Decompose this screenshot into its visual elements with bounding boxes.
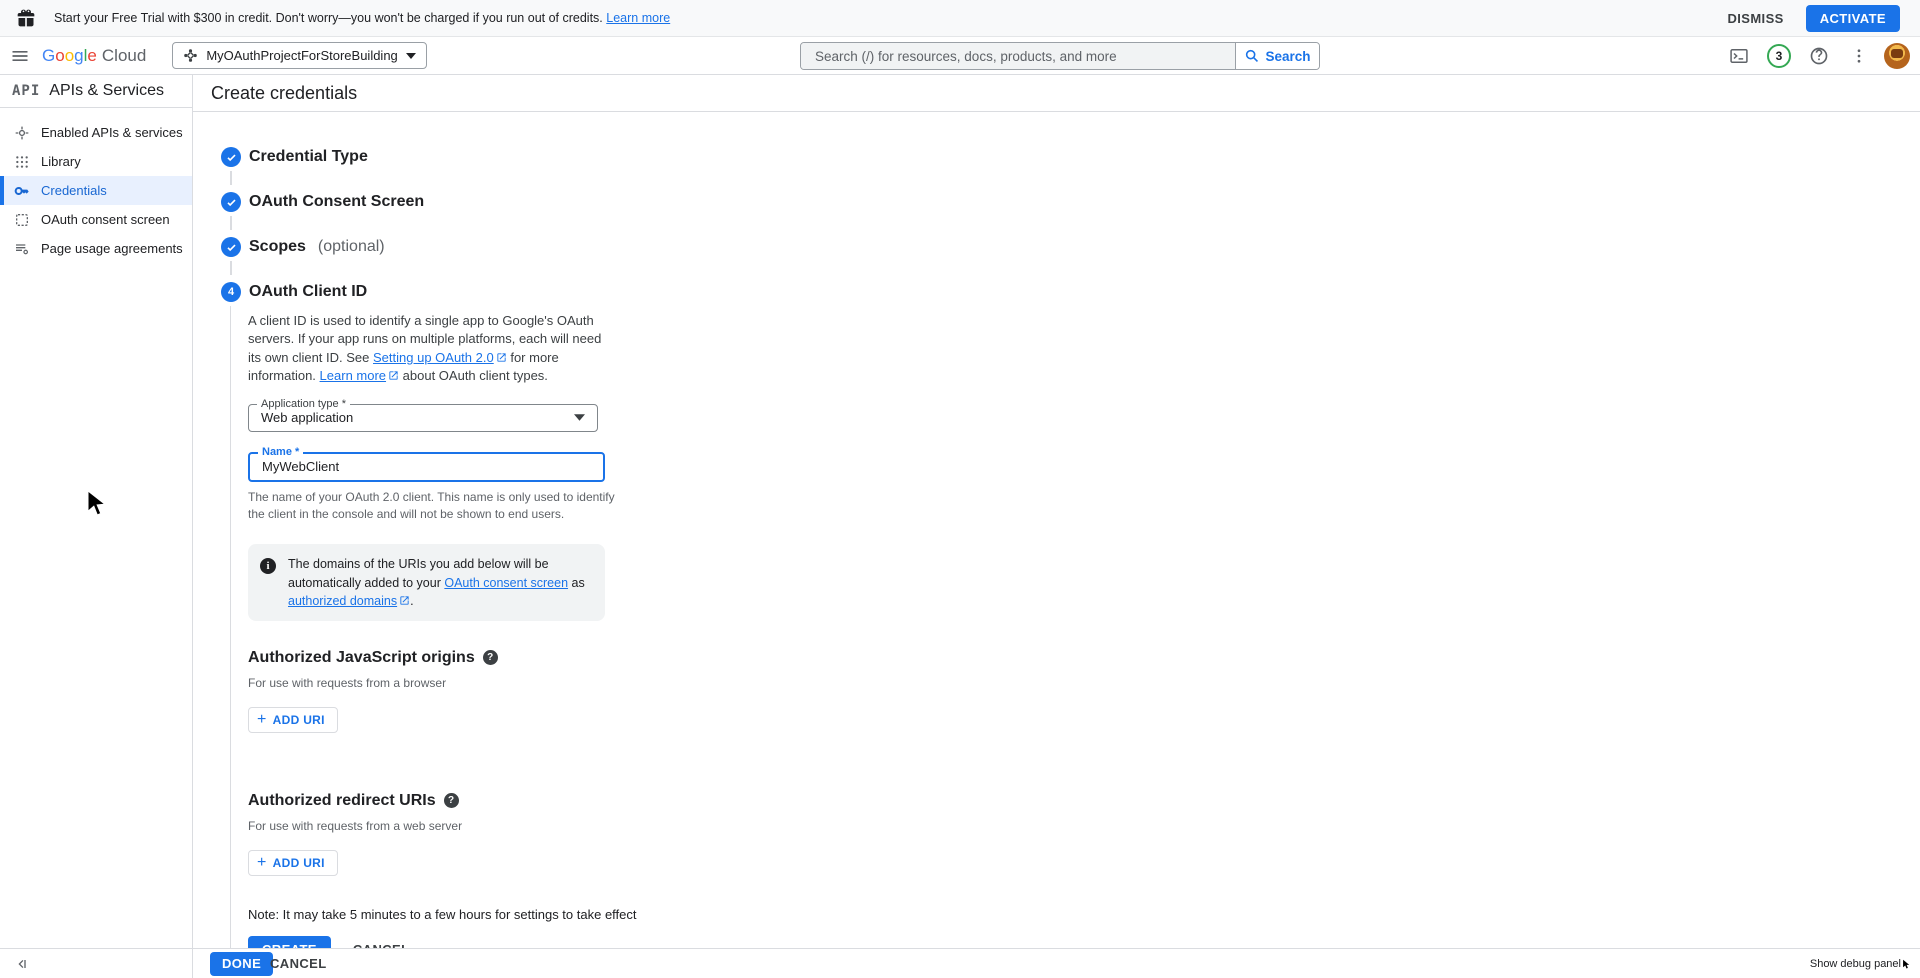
consent-screen-icon — [14, 212, 30, 228]
js-origins-subtitle: For use with requests from a browser — [248, 676, 1920, 690]
step-connector — [230, 171, 232, 185]
avatar[interactable] — [1884, 43, 1910, 69]
help-tooltip-icon[interactable]: ? — [444, 793, 459, 808]
oauth-consent-screen-link[interactable]: OAuth consent screen — [444, 576, 568, 590]
external-link-icon — [399, 595, 410, 606]
info-icon: i — [260, 558, 276, 574]
external-link-icon — [388, 370, 399, 381]
sidebar-item-page-usage-agreements[interactable]: Page usage agreements — [0, 234, 192, 263]
sidebar-title: APIs & Services — [49, 82, 164, 100]
step-oauth-consent-screen[interactable]: OAuth Consent Screen — [221, 192, 1920, 230]
search-input[interactable] — [801, 43, 1235, 69]
client-name-field: Name * — [248, 452, 605, 482]
show-debug-panel-toggle[interactable]: Show debug panel — [1810, 958, 1911, 970]
agreements-icon — [14, 241, 30, 257]
create-button[interactable]: CREATE — [248, 936, 331, 948]
step-done-check-icon — [221, 192, 241, 212]
sidebar-item-enabled-apis[interactable]: Enabled APIs & services — [0, 118, 192, 147]
enabled-apis-icon — [14, 125, 30, 141]
sidebar-item-library[interactable]: Library — [0, 147, 192, 176]
top-navigation: Google Cloud MyOAuthProjectForStoreBuild… — [0, 37, 1920, 75]
add-uri-button-js-origins[interactable]: + ADD URI — [248, 707, 338, 733]
more-menu-button[interactable] — [1844, 41, 1874, 71]
redirect-uris-subtitle: For use with requests from a web server — [248, 819, 1920, 833]
dropdown-arrow-icon — [574, 414, 585, 421]
sidebar-item-credentials[interactable]: Credentials — [0, 176, 192, 205]
step-credential-type[interactable]: Credential Type — [221, 147, 1920, 185]
step-done-check-icon — [221, 237, 241, 257]
step-connector — [230, 261, 232, 275]
nav-menu-button[interactable] — [0, 37, 40, 75]
main-content: Create credentials Credential Type OAuth… — [193, 75, 1920, 948]
step-oauth-client-id-header[interactable]: 4 OAuth Client ID — [221, 282, 1920, 302]
cloud-shell-button[interactable] — [1724, 41, 1754, 71]
sidebar-divider — [192, 75, 193, 978]
setting-up-oauth-link[interactable]: Setting up OAuth 2.0 — [373, 350, 494, 365]
settings-note: Note: It may take 5 minutes to a few hou… — [248, 907, 1920, 922]
search-button[interactable]: Search — [1235, 43, 1319, 69]
tiny-cursor-icon — [1902, 959, 1911, 970]
step-done-check-icon — [221, 147, 241, 167]
free-trial-banner: Start your Free Trial with $300 in credi… — [0, 0, 1920, 37]
help-tooltip-icon[interactable]: ? — [483, 650, 498, 665]
help-button[interactable] — [1804, 41, 1834, 71]
external-link-icon — [496, 352, 507, 363]
learn-more-link[interactable]: Learn more — [606, 11, 670, 25]
gift-icon — [16, 8, 36, 28]
vertical-dots-icon — [1850, 47, 1868, 65]
bottom-action-bar: DONE CANCEL — [0, 948, 1920, 978]
search-bar: Search — [800, 42, 1320, 70]
sidebar: API APIs & Services Enabled APIs & servi… — [0, 75, 192, 978]
collapse-left-icon — [13, 956, 29, 972]
project-name: MyOAuthProjectForStoreBuilding — [206, 48, 397, 63]
page-title: Create credentials — [193, 75, 1920, 112]
help-icon — [1809, 46, 1829, 66]
application-type-value: Web application — [261, 410, 574, 425]
footer-cancel-button[interactable]: CANCEL — [262, 956, 335, 971]
notifications-button[interactable]: 3 — [1764, 41, 1794, 71]
credentials-stepper: Credential Type OAuth Consent Screen Sco… — [193, 112, 1920, 948]
sidebar-item-oauth-consent[interactable]: OAuth consent screen — [0, 205, 192, 234]
google-cloud-logo[interactable]: Google Cloud — [42, 46, 146, 66]
notifications-count-badge: 3 — [1767, 44, 1791, 68]
hamburger-icon — [10, 46, 30, 66]
dismiss-button[interactable]: DISMISS — [1715, 5, 1795, 32]
plus-icon: + — [257, 712, 267, 728]
key-icon — [14, 183, 30, 199]
redirect-uris-section-title: Authorized redirect URIs ? — [248, 792, 1920, 810]
authorized-domains-link[interactable]: authorized domains — [288, 594, 397, 608]
banner-message: Start your Free Trial with $300 in credi… — [54, 11, 603, 25]
step-number-badge: 4 — [221, 282, 241, 302]
add-uri-button-redirect[interactable]: + ADD URI — [248, 850, 338, 876]
library-icon — [14, 154, 30, 170]
client-name-input[interactable] — [262, 459, 591, 474]
search-icon — [1244, 48, 1260, 64]
client-name-helper-text: The name of your OAuth 2.0 client. This … — [248, 489, 616, 523]
step-connector — [230, 216, 232, 230]
api-logo-icon: API — [12, 83, 40, 99]
project-icon — [183, 48, 198, 63]
chevron-down-icon — [406, 53, 416, 59]
js-origins-section-title: Authorized JavaScript origins ? — [248, 649, 1920, 667]
oauth-client-id-form: A client ID is used to identify a single… — [230, 306, 1920, 948]
domains-info-box: i The domains of the URIs you add below … — [248, 544, 605, 620]
activate-button[interactable]: ACTIVATE — [1806, 5, 1900, 32]
collapse-sidenav-button[interactable] — [10, 953, 32, 975]
application-type-select[interactable]: Application type * Web application — [248, 404, 598, 432]
terminal-icon — [1729, 46, 1749, 66]
learn-more-oauth-link[interactable]: Learn more — [320, 368, 386, 383]
step-scopes[interactable]: Scopes (optional) — [221, 237, 1920, 275]
step-oauth-client-id: 4 OAuth Client ID A client ID is used to… — [221, 282, 1920, 948]
plus-icon: + — [257, 855, 267, 871]
project-selector[interactable]: MyOAuthProjectForStoreBuilding — [172, 42, 426, 69]
client-id-description: A client ID is used to identify a single… — [248, 312, 610, 386]
